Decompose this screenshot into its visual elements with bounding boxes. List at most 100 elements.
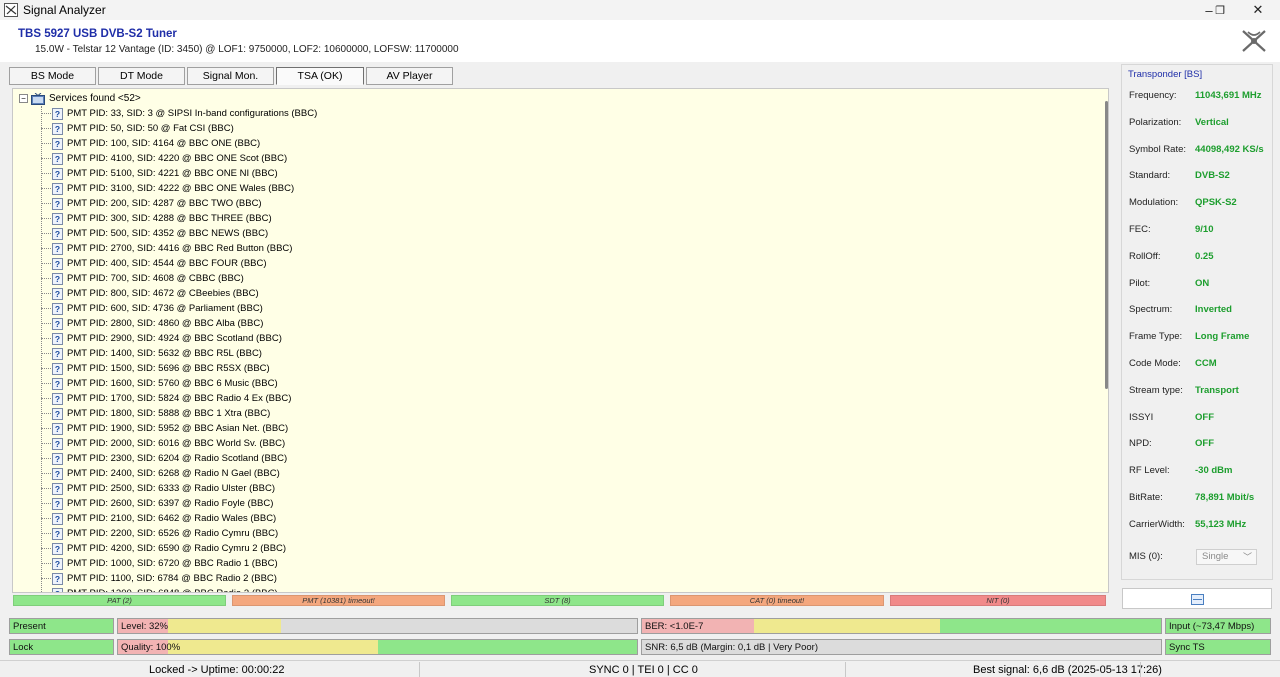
service-item[interactable]: ? PMT PID: 800, SID: 4672 @ CBeebies (BBC… bbox=[41, 286, 259, 301]
tree-scrollbar[interactable] bbox=[1104, 89, 1108, 592]
service-label: PMT PID: 1200, SID: 6848 @ BBC Radio 3 (… bbox=[67, 588, 278, 592]
service-item[interactable]: ? PMT PID: 700, SID: 4608 @ CBBC (BBC) bbox=[41, 271, 244, 286]
unknown-service-icon: ? bbox=[52, 137, 63, 150]
unknown-service-icon: ? bbox=[52, 422, 63, 435]
ber-segment-yellow bbox=[754, 619, 940, 633]
window-icon bbox=[1191, 594, 1204, 605]
service-item[interactable]: ? PMT PID: 5100, SID: 4221 @ BBC ONE NI (… bbox=[41, 166, 278, 181]
service-item[interactable]: ? PMT PID: 1800, SID: 5888 @ BBC 1 Xtra (… bbox=[41, 406, 270, 421]
tree-root-services[interactable]: − Services found <52> bbox=[19, 91, 141, 106]
quality-segment-green bbox=[378, 640, 637, 654]
transponder-row: Code Mode: CCM bbox=[1129, 358, 1274, 372]
service-item[interactable]: ? PMT PID: 100, SID: 4164 @ BBC ONE (BBC) bbox=[41, 136, 260, 151]
services-tree[interactable]: − Services found <52> ? PMT PID: 33, SID:… bbox=[12, 88, 1109, 593]
tree-connector bbox=[41, 158, 51, 159]
service-item[interactable]: ? PMT PID: 2600, SID: 6397 @ Radio Foyle … bbox=[41, 496, 273, 511]
service-item[interactable]: ? PMT PID: 2900, SID: 4924 @ BBC Scotland… bbox=[41, 331, 282, 346]
tree-connector bbox=[41, 113, 51, 114]
service-item[interactable]: ? PMT PID: 1100, SID: 6784 @ BBC Radio 2 … bbox=[41, 571, 277, 586]
transponder-label: Frequency: bbox=[1129, 90, 1177, 101]
panel-toggle-button[interactable] bbox=[1122, 588, 1272, 609]
mode-tabs: BS Mode DT Mode Signal Mon. TSA (OK) AV … bbox=[9, 67, 455, 85]
transponder-label: CarrierWidth: bbox=[1129, 518, 1185, 530]
transponder-row: Stream type: Transport bbox=[1129, 385, 1274, 399]
service-item[interactable]: ? PMT PID: 50, SID: 50 @ Fat CSI (BBC) bbox=[41, 121, 234, 136]
tuner-name: TBS 5927 USB DVB-S2 Tuner bbox=[18, 28, 177, 40]
service-item[interactable]: ? PMT PID: 4200, SID: 6590 @ Radio Cymru … bbox=[41, 541, 286, 556]
tree-connector bbox=[41, 263, 51, 264]
service-item[interactable]: ? PMT PID: 300, SID: 4288 @ BBC THREE (BB… bbox=[41, 211, 272, 226]
tab-tsa[interactable]: TSA (OK) bbox=[276, 67, 364, 85]
close-button[interactable]: ✕ bbox=[1235, 0, 1280, 20]
service-item[interactable]: ? PMT PID: 2400, SID: 6268 @ Radio N Gael… bbox=[41, 466, 280, 481]
transponder-row: BitRate: 78,891 Mbit/s bbox=[1129, 492, 1274, 506]
tv-icon bbox=[31, 92, 45, 105]
tab-dt-mode[interactable]: DT Mode bbox=[98, 67, 185, 85]
service-item[interactable]: ? PMT PID: 2500, SID: 6333 @ Radio Ulster… bbox=[41, 481, 275, 496]
service-item[interactable]: ? PMT PID: 500, SID: 4352 @ BBC NEWS (BBC… bbox=[41, 226, 268, 241]
tree-connector bbox=[41, 398, 51, 399]
service-item[interactable]: ? PMT PID: 1700, SID: 5824 @ BBC Radio 4 … bbox=[41, 391, 291, 406]
service-label: PMT PID: 3100, SID: 4222 @ BBC ONE Wales… bbox=[67, 183, 295, 194]
counters-status: SYNC 0 | TEI 0 | CC 0 bbox=[589, 664, 698, 676]
tab-signal-monitor[interactable]: Signal Mon. bbox=[187, 67, 274, 85]
tree-connector bbox=[41, 413, 51, 414]
tree-connector bbox=[41, 218, 51, 219]
service-label: PMT PID: 1400, SID: 5632 @ BBC R5L (BBC) bbox=[67, 348, 262, 359]
unknown-service-icon: ? bbox=[52, 527, 63, 540]
snr-meter: SNR: 6,5 dB (Margin: 0,1 dB | Very Poor) bbox=[641, 639, 1162, 655]
service-label: PMT PID: 4200, SID: 6590 @ Radio Cymru 2… bbox=[67, 543, 287, 554]
title-bar: Signal Analyzer bbox=[0, 0, 1280, 20]
service-item[interactable]: ? PMT PID: 2000, SID: 6016 @ BBC World Sv… bbox=[41, 436, 285, 451]
service-item[interactable]: ? PMT PID: 33, SID: 3 @ SIPSI In-band con… bbox=[41, 106, 317, 121]
service-item[interactable]: ? PMT PID: 1500, SID: 5696 @ BBC R5SX (BB… bbox=[41, 361, 270, 376]
service-label: PMT PID: 200, SID: 4287 @ BBC TWO (BBC) bbox=[67, 198, 262, 209]
collapse-icon[interactable]: − bbox=[19, 94, 28, 103]
service-item[interactable]: ? PMT PID: 2100, SID: 6462 @ Radio Wales … bbox=[41, 511, 276, 526]
tree-connector bbox=[41, 563, 51, 564]
scrollbar-thumb[interactable] bbox=[1105, 101, 1108, 389]
service-item[interactable]: ? PMT PID: 3100, SID: 4222 @ BBC ONE Wale… bbox=[41, 181, 294, 196]
service-item[interactable]: ? PMT PID: 2700, SID: 4416 @ BBC Red Butt… bbox=[41, 241, 292, 256]
service-item[interactable]: ? PMT PID: 1000, SID: 6720 @ BBC Radio 1 … bbox=[41, 556, 278, 571]
satellite-logo-icon bbox=[1242, 30, 1266, 52]
tree-connector bbox=[41, 353, 51, 354]
unknown-service-icon: ? bbox=[52, 107, 63, 120]
tab-av-player[interactable]: AV Player bbox=[366, 67, 453, 85]
transponder-row: RollOff: 0.25 bbox=[1129, 251, 1274, 265]
mis-select[interactable]: Single ﹀ bbox=[1196, 549, 1257, 565]
quality-meter: Quality: 100% bbox=[117, 639, 638, 655]
present-indicator: Present bbox=[9, 618, 114, 634]
service-item[interactable]: ? PMT PID: 1600, SID: 5760 @ BBC 6 Music … bbox=[41, 376, 278, 391]
service-item[interactable]: ? PMT PID: 4100, SID: 4220 @ BBC ONE Scot… bbox=[41, 151, 287, 166]
tree-connector bbox=[41, 458, 51, 459]
mis-selected-value: Single bbox=[1202, 551, 1229, 562]
quality-segment-yellow bbox=[168, 640, 378, 654]
service-item[interactable]: ? PMT PID: 1400, SID: 5632 @ BBC R5L (BBC… bbox=[41, 346, 262, 361]
tree-connector bbox=[41, 278, 51, 279]
service-label: PMT PID: 600, SID: 4736 @ Parliament (BB… bbox=[67, 303, 263, 314]
service-item[interactable]: ? PMT PID: 2300, SID: 6204 @ Radio Scotla… bbox=[41, 451, 287, 466]
service-item[interactable]: ? PMT PID: 200, SID: 4287 @ BBC TWO (BBC) bbox=[41, 196, 262, 211]
unknown-service-icon: ? bbox=[52, 437, 63, 450]
service-label: PMT PID: 500, SID: 4352 @ BBC NEWS (BBC) bbox=[67, 228, 269, 239]
pid-status-nit: NIT (0) bbox=[890, 595, 1106, 606]
transponder-label: FEC: bbox=[1129, 224, 1151, 235]
tree-connector bbox=[41, 308, 51, 309]
tree-connector bbox=[41, 128, 51, 129]
unknown-service-icon: ? bbox=[52, 557, 63, 570]
service-item[interactable]: ? PMT PID: 1900, SID: 5952 @ BBC Asian Ne… bbox=[41, 421, 288, 436]
service-item[interactable]: ? PMT PID: 2200, SID: 6526 @ Radio Cymru … bbox=[41, 526, 278, 541]
service-item[interactable]: ? PMT PID: 1200, SID: 6848 @ BBC Radio 3 … bbox=[41, 586, 278, 592]
service-item[interactable]: ? PMT PID: 2800, SID: 4860 @ BBC Alba (BB… bbox=[41, 316, 263, 331]
service-label: PMT PID: 2400, SID: 6268 @ Radio N Gael … bbox=[67, 468, 280, 479]
transponder-label: RF Level: bbox=[1129, 465, 1170, 477]
unknown-service-icon: ? bbox=[52, 122, 63, 135]
tab-bs-mode[interactable]: BS Mode bbox=[9, 67, 96, 85]
tree-connector bbox=[41, 548, 51, 549]
service-item[interactable]: ? PMT PID: 400, SID: 4544 @ BBC FOUR (BBC… bbox=[41, 256, 267, 271]
service-label: PMT PID: 2500, SID: 6333 @ Radio Ulster … bbox=[67, 483, 275, 494]
service-label: PMT PID: 800, SID: 4672 @ CBeebies (BBC) bbox=[67, 288, 259, 299]
tuner-header: TBS 5927 USB DVB-S2 Tuner 15.0W - Telsta… bbox=[0, 20, 1280, 62]
service-item[interactable]: ? PMT PID: 600, SID: 4736 @ Parliament (B… bbox=[41, 301, 263, 316]
